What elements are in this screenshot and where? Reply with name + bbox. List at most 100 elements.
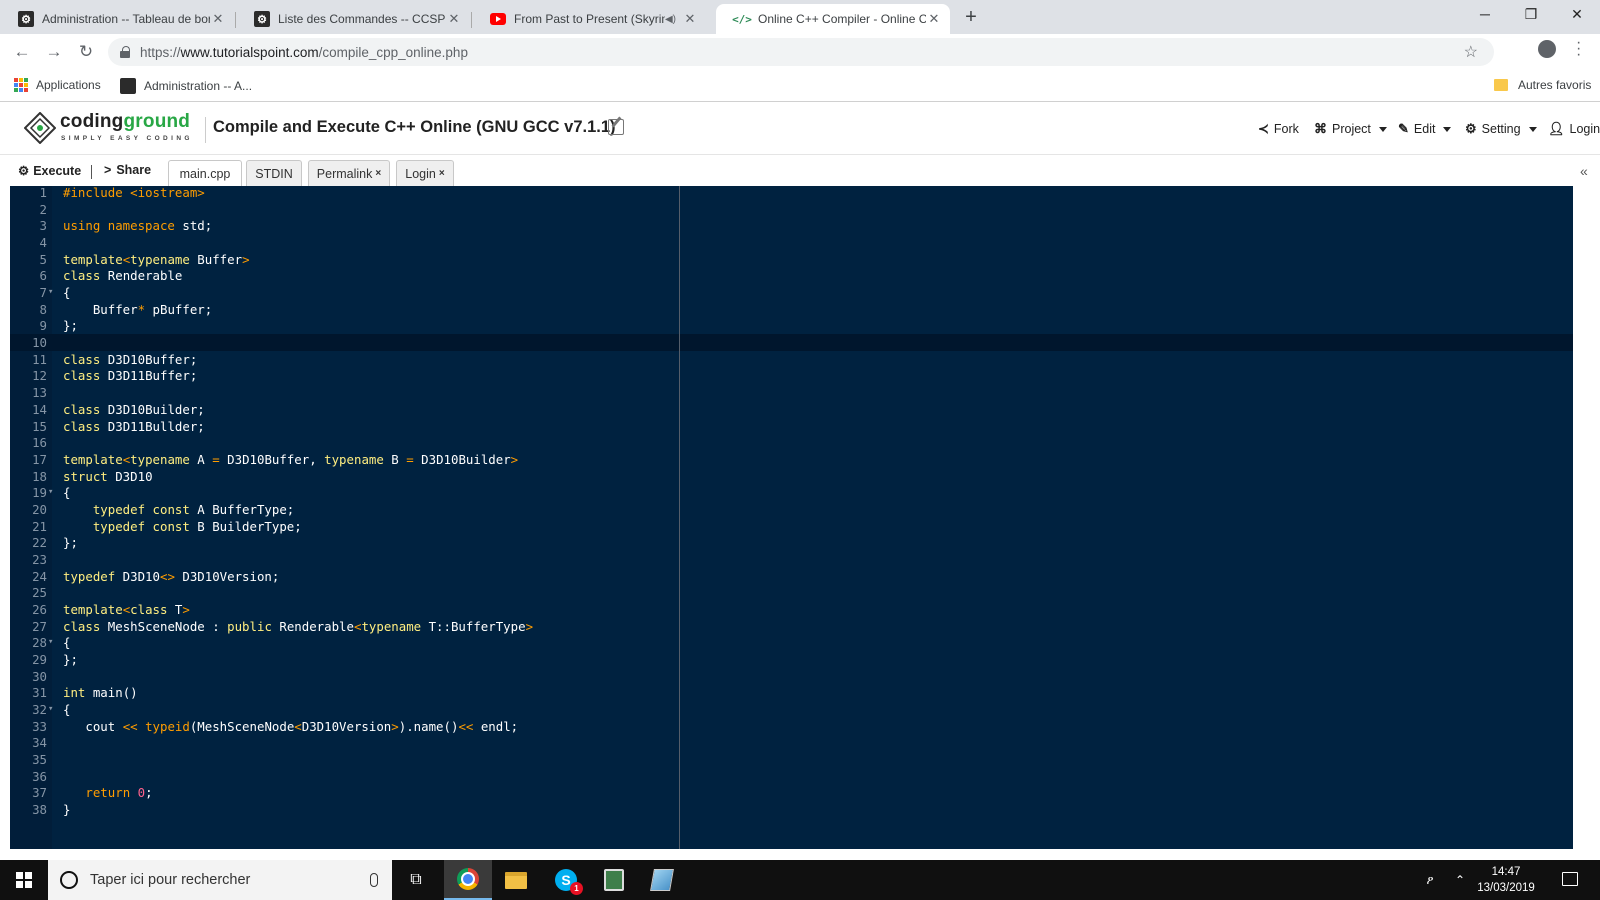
code-line[interactable]: 29}; (10, 651, 1573, 668)
code-line[interactable]: 3 using namespace std; (10, 217, 1573, 234)
browser-tab-orders[interactable]: ⚙ Liste des Commandes -- CCSP Carrosseri… (236, 4, 470, 34)
codingground-logo-icon[interactable] (24, 112, 56, 144)
close-tab-icon[interactable]: ✕ (210, 11, 226, 27)
profile-avatar-icon[interactable] (1538, 40, 1556, 58)
execute-button[interactable]: ⚙ Execute (18, 163, 81, 179)
microphone-icon[interactable] (370, 873, 378, 887)
code-line[interactable]: 16 (10, 434, 1573, 451)
minimize-button[interactable]: ─ (1462, 0, 1508, 30)
calculator-app-icon[interactable] (590, 860, 638, 900)
chrome-icon[interactable] (444, 860, 492, 900)
code-line[interactable]: 18 struct D3D10 (10, 468, 1573, 485)
taskbar-search-box[interactable]: Taper ici pour rechercher (48, 860, 392, 900)
code-editor[interactable]: 1 #include <iostream> 2 3 using namespace st… (10, 186, 1573, 849)
arrow-left-icon[interactable]: ← (10, 40, 34, 64)
project-menu[interactable]: ⌘ Project (1314, 121, 1387, 137)
code-line[interactable]: 7 ▾ { (10, 284, 1573, 301)
code-line[interactable]: 4 (10, 234, 1573, 251)
code-line[interactable]: 10 (10, 334, 1573, 351)
fold-arrow-icon[interactable]: ▾ (48, 701, 53, 718)
people-icon[interactable]: ዖ (1418, 860, 1442, 900)
code-line[interactable]: 26 template<class T> (10, 601, 1573, 618)
line-number: 29 (32, 652, 47, 668)
code-line[interactable]: 37 return 0; (10, 784, 1573, 801)
code-line[interactable]: 19 ▾ { (10, 484, 1573, 501)
code-line[interactable]: 17 template<typename A = D3D10Buffer, typ… (10, 451, 1573, 468)
notes-app-icon[interactable] (638, 860, 686, 900)
code-line[interactable]: 11 class D3D10Buffer; (10, 351, 1573, 368)
fold-arrow-icon[interactable]: ▾ (48, 484, 53, 501)
code-line[interactable]: 13 (10, 384, 1573, 401)
code-line[interactable]: 35 (10, 751, 1573, 768)
close-tab-icon[interactable]: ✕ (682, 11, 698, 27)
code-line[interactable]: 22}; (10, 534, 1573, 551)
collapse-panel-icon[interactable]: « (1580, 163, 1588, 179)
task-view-icon[interactable]: ⧉ (392, 860, 440, 900)
tab-permalink[interactable]: Permalink × (308, 160, 390, 186)
restore-button[interactable]: ❐ (1508, 0, 1554, 30)
code-line[interactable]: 34 (10, 734, 1573, 751)
code-line[interactable]: 9}; (10, 317, 1573, 334)
code-line[interactable]: 5 template<typename Buffer> (10, 251, 1573, 268)
code-line[interactable]: 8 Buffer* pBuffer; (10, 301, 1573, 318)
fold-arrow-icon[interactable]: ▾ (48, 284, 53, 301)
clock-date: 13/03/2019 (1477, 882, 1535, 894)
browser-tab-cpp-compiler[interactable]: </> Online C++ Compiler - Online C++ ✕ (716, 4, 950, 34)
edit-menu[interactable]: ✎ Edit (1398, 121, 1452, 137)
tab-stdin[interactable]: STDIN (246, 160, 302, 186)
code-line[interactable]: 27 class MeshSceneNode : public Renderabl… (10, 618, 1573, 635)
code-line[interactable]: 1 #include <iostream> (10, 186, 1573, 201)
system-clock[interactable]: 14:47 13/03/2019 (1466, 864, 1546, 896)
new-tab-button[interactable]: + (958, 6, 984, 30)
code-line[interactable]: 20 typedef const A BufferType; (10, 501, 1573, 518)
tab-login[interactable]: Login × (396, 160, 454, 186)
code-line[interactable]: 33 cout << typeid(MeshSceneNode<D3D10Ver… (10, 718, 1573, 735)
tab-main-cpp[interactable]: main.cpp (168, 160, 242, 186)
code-line[interactable]: 14 class D3D10Builder; (10, 401, 1573, 418)
speaker-icon[interactable]: ◀) (665, 14, 676, 25)
reload-icon[interactable]: ↻ (74, 40, 98, 64)
fork-button[interactable]: ≺ Fork (1258, 121, 1299, 137)
code-line[interactable]: 36 (10, 768, 1573, 785)
setting-menu[interactable]: ⚙ Setting (1465, 121, 1537, 137)
code-line[interactable]: 25 (10, 584, 1573, 601)
star-icon[interactable]: ☆ (1464, 42, 1478, 62)
close-tab-icon[interactable]: ✕ (926, 11, 942, 27)
code-line[interactable]: 23 (10, 551, 1573, 568)
file-explorer-icon[interactable] (492, 860, 540, 900)
logo-text[interactable]: codingground (60, 111, 190, 133)
code-line[interactable]: 21 typedef const B BuilderType; (10, 518, 1573, 535)
browser-tab-youtube[interactable]: From Past to Present (Skyrim) ◀) ✕ (472, 4, 706, 34)
code-line[interactable]: 12 class D3D11Buffer; (10, 367, 1573, 384)
close-tab-icon[interactable]: ✕ (446, 11, 462, 27)
windows-start-icon[interactable] (16, 872, 32, 888)
code-line[interactable]: 15 class D3D11Bullder; (10, 418, 1573, 435)
code-line[interactable]: 31 int main() (10, 684, 1573, 701)
code-line[interactable]: 28 ▾ { (10, 634, 1573, 651)
close-tab-icon[interactable]: × (439, 168, 445, 179)
code-text: }; (63, 318, 78, 334)
address-bar[interactable]: https://www.tutorialspoint.com/compile_c… (108, 38, 1494, 66)
arrow-right-icon[interactable]: → (42, 40, 66, 64)
share-button[interactable]: > Share (104, 163, 151, 177)
fold-arrow-icon[interactable]: ▾ (48, 634, 53, 651)
bookmark-administration[interactable]: Administration -- A... (120, 78, 252, 94)
close-tab-icon[interactable]: × (375, 168, 381, 179)
code-line[interactable]: 2 (10, 201, 1573, 218)
bookmark-applications[interactable]: Applications (14, 78, 101, 92)
login-button[interactable]: 👤︎ Login (1548, 121, 1600, 137)
browser-tab-admin-dashboard[interactable]: ⚙ Administration -- Tableau de bord ✕ (0, 4, 234, 34)
lock-icon[interactable] (120, 46, 130, 58)
code-line[interactable]: 38} (10, 801, 1573, 818)
code-line[interactable]: 6 class Renderable (10, 267, 1573, 284)
skype-icon[interactable]: S1 (542, 860, 590, 900)
bookmark-other-favorites[interactable]: Autres favoris (1494, 78, 1591, 92)
action-center-icon[interactable] (1562, 872, 1578, 886)
edit-title-icon[interactable] (608, 119, 624, 135)
tab-label: Login (405, 166, 436, 181)
code-line[interactable]: 30 (10, 668, 1573, 685)
more-menu-icon[interactable]: · · · (1576, 35, 1582, 63)
close-window-button[interactable]: ✕ (1554, 0, 1600, 30)
code-line[interactable]: 24 typedef D3D10<> D3D10Version; (10, 568, 1573, 585)
code-line[interactable]: 32 ▾ { (10, 701, 1573, 718)
